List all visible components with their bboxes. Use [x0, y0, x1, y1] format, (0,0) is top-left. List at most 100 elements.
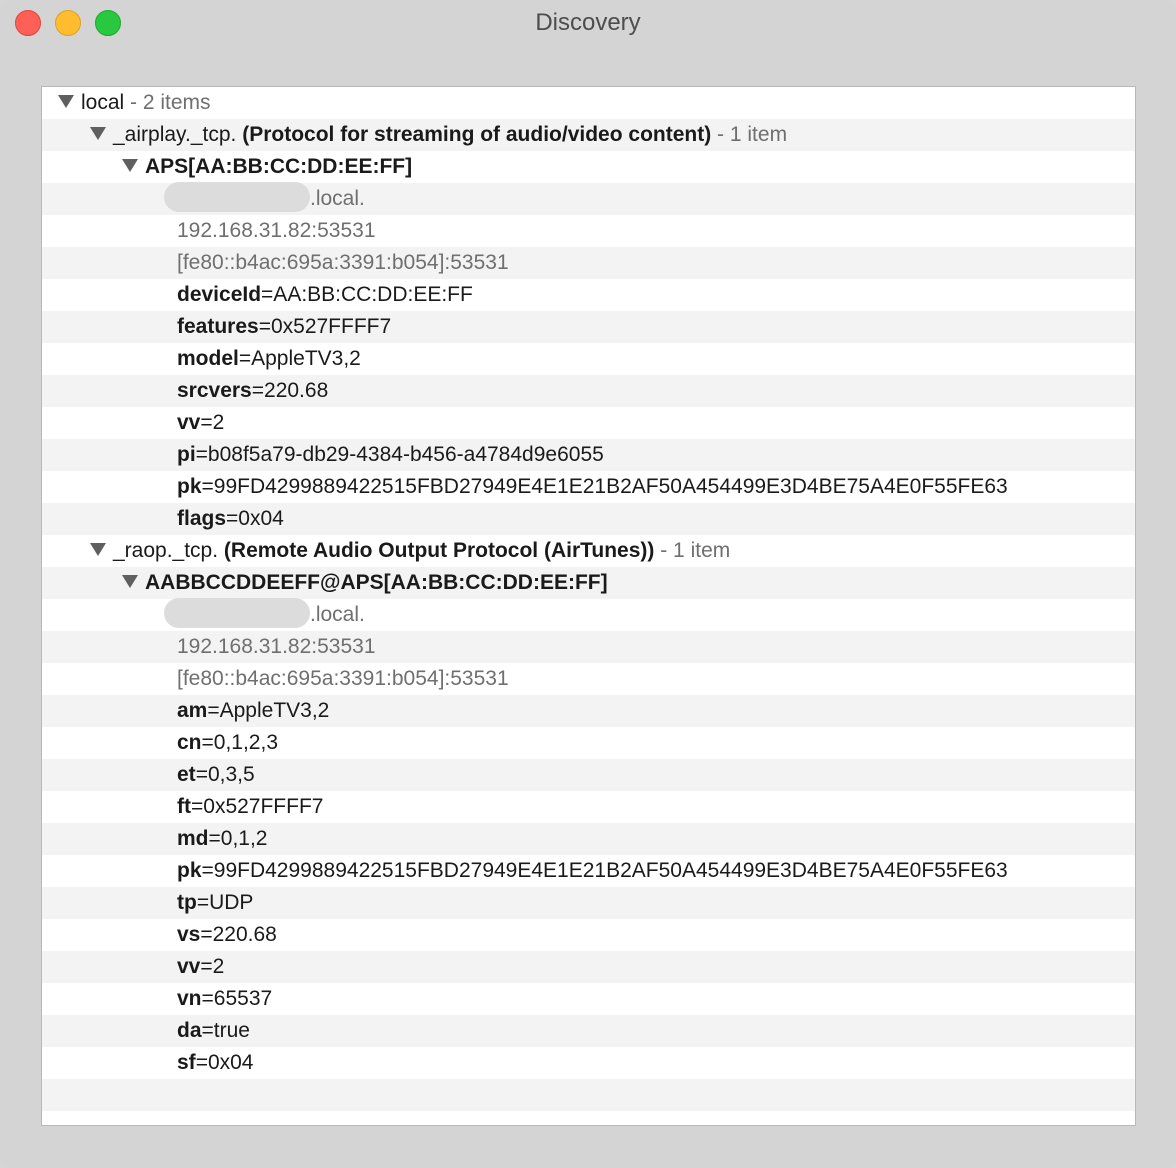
tree-row-record[interactable]: pk=99FD4299889422515FBD27949E4E1E21B2AF5…	[42, 855, 1135, 887]
host-suffix: .local.	[310, 187, 365, 210]
tree-row-record[interactable]: da=true	[42, 1015, 1135, 1047]
record-key: pi	[177, 443, 196, 466]
record-key: da	[177, 1019, 202, 1042]
ipv6-address: [fe80::b4ac:695a:3391:b054]:53531	[177, 667, 509, 690]
window-title: Discovery	[535, 9, 641, 36]
record-key: vn	[177, 987, 202, 1010]
record-value: =0,1,2	[208, 827, 268, 850]
disclosure-triangle-icon[interactable]	[122, 158, 138, 172]
service-description: (Protocol for streaming of audio/video c…	[242, 123, 712, 146]
empty-row	[42, 1079, 1135, 1111]
record-key: et	[177, 763, 196, 786]
empty-row	[42, 1111, 1135, 1125]
record-value: =0x527FFFF7	[258, 315, 392, 338]
record-value: =99FD4299889422515FBD27949E4E1E21B2AF50A…	[201, 859, 1008, 882]
record-key: srcvers	[177, 379, 252, 402]
record-value: =220.68	[200, 923, 277, 946]
record-value: =true	[201, 1019, 250, 1042]
record-value: =0,3,5	[195, 763, 255, 786]
record-key: sf	[177, 1051, 196, 1074]
instance-name: APS[AA:BB:CC:DD:EE:FF]	[145, 155, 413, 178]
record-key: pk	[177, 475, 202, 498]
record-key: features	[177, 315, 259, 338]
record-key: vv	[177, 955, 201, 978]
service-summary: - 1 item	[711, 123, 788, 146]
record-value: =AppleTV3,2	[207, 699, 330, 722]
redacted-hostname	[164, 598, 310, 629]
record-value: =0x04	[226, 507, 284, 530]
tree-row-host[interactable]: .local.	[42, 598, 1135, 631]
node-name: local	[81, 91, 125, 114]
tree-row-record[interactable]: am=AppleTV3,2	[42, 695, 1135, 727]
record-key: vs	[177, 923, 201, 946]
ipv6-address: [fe80::b4ac:695a:3391:b054]:53531	[177, 251, 509, 274]
record-value: =AppleTV3,2	[238, 347, 361, 370]
record-value: =65537	[201, 987, 273, 1010]
record-value: =0x527FFFF7	[191, 795, 324, 818]
record-value: =2	[200, 955, 225, 978]
record-key: cn	[177, 731, 202, 754]
tree-row-host[interactable]: .local.	[42, 182, 1135, 215]
tree-row-record[interactable]: vn=65537	[42, 983, 1135, 1015]
record-key: ft	[177, 795, 191, 818]
tree-row-record[interactable]: vs=220.68	[42, 919, 1135, 951]
record-key: model	[177, 347, 239, 370]
tree-row-record[interactable]: cn=0,1,2,3	[42, 727, 1135, 759]
tree-row-record[interactable]: srcvers=220.68	[42, 375, 1135, 407]
instance-name: AABBCCDDEEFF@APS[AA:BB:CC:DD:EE:FF]	[145, 571, 608, 594]
tree-row-record[interactable]: ft=0x527FFFF7	[42, 791, 1135, 823]
tree-row-ipv4[interactable]: 192.168.31.82:53531	[42, 215, 1135, 247]
tree-row-record[interactable]: vv=2	[42, 407, 1135, 439]
record-key: deviceId	[177, 283, 262, 306]
tree-row-record[interactable]: sf=0x04	[42, 1047, 1135, 1079]
tree-row-record[interactable]: flags=0x04	[42, 503, 1135, 535]
tree-row-ipv6[interactable]: [fe80::b4ac:695a:3391:b054]:53531	[42, 663, 1135, 695]
tree-row-instance-airplay[interactable]: APS[AA:BB:CC:DD:EE:FF]	[42, 151, 1135, 183]
service-type: _airplay._tcp.	[113, 123, 237, 146]
tree-row-record[interactable]: md=0,1,2	[42, 823, 1135, 855]
tree-row-record[interactable]: tp=UDP	[42, 887, 1135, 919]
node-summary: - 2 items	[124, 91, 211, 114]
record-value: =0x04	[195, 1051, 254, 1074]
record-value: =0,1,2,3	[201, 731, 278, 754]
title-bar: Discovery	[0, 0, 1176, 48]
record-key: md	[177, 827, 209, 850]
record-value: =AA:BB:CC:DD:EE:FF	[261, 283, 473, 306]
record-key: pk	[177, 859, 202, 882]
record-key: flags	[177, 507, 227, 530]
disclosure-triangle-icon[interactable]	[90, 126, 106, 140]
record-key: am	[177, 699, 208, 722]
discovery-window: Discovery local - 2 items _airplay._tcp.…	[0, 0, 1176, 1168]
record-key: tp	[177, 891, 197, 914]
redacted-hostname	[164, 182, 310, 213]
record-value: =UDP	[196, 891, 254, 914]
tree-row-record[interactable]: et=0,3,5	[42, 759, 1135, 791]
tree-row-record[interactable]: vv=2	[42, 951, 1135, 983]
tree-row-record[interactable]: pi=b08f5a79-db29-4384-b456-a4784d9e6055	[42, 439, 1135, 471]
record-key: vv	[177, 411, 201, 434]
tree-row-ipv4[interactable]: 192.168.31.82:53531	[42, 631, 1135, 663]
record-value: =220.68	[251, 379, 329, 402]
host-suffix: .local.	[310, 603, 365, 626]
service-type: _raop._tcp.	[113, 539, 219, 562]
ipv4-address: 192.168.31.82:53531	[177, 635, 376, 658]
ipv4-address: 192.168.31.82:53531	[177, 219, 376, 242]
record-value: =99FD4299889422515FBD27949E4E1E21B2AF50A…	[201, 475, 1008, 498]
tree-row-record[interactable]: deviceId=AA:BB:CC:DD:EE:FF	[42, 279, 1135, 311]
record-value: =2	[200, 411, 225, 434]
service-description: (Remote Audio Output Protocol (AirTunes)…	[223, 539, 655, 562]
tree-row-record[interactable]: features=0x527FFFF7	[42, 311, 1135, 343]
tree-row-local[interactable]: local - 2 items	[42, 87, 1135, 119]
record-value: =b08f5a79-db29-4384-b456-a4784d9e6055	[195, 443, 604, 466]
tree-row-instance-raop[interactable]: AABBCCDDEEFF@APS[AA:BB:CC:DD:EE:FF]	[42, 567, 1135, 599]
discovery-outline-view[interactable]: local - 2 items _airplay._tcp. (Protocol…	[41, 86, 1136, 1126]
disclosure-triangle-icon[interactable]	[122, 574, 138, 588]
tree-row-record[interactable]: model=AppleTV3,2	[42, 343, 1135, 375]
disclosure-triangle-icon[interactable]	[58, 94, 74, 108]
tree-row-service-airplay[interactable]: _airplay._tcp. (Protocol for streaming o…	[42, 119, 1135, 151]
tree-row-ipv6[interactable]: [fe80::b4ac:695a:3391:b054]:53531	[42, 247, 1135, 279]
tree-row-service-raop[interactable]: _raop._tcp. (Remote Audio Output Protoco…	[42, 535, 1135, 567]
service-summary: - 1 item	[654, 539, 731, 562]
disclosure-triangle-icon[interactable]	[90, 542, 106, 556]
tree-row-record[interactable]: pk=99FD4299889422515FBD27949E4E1E21B2AF5…	[42, 471, 1135, 503]
